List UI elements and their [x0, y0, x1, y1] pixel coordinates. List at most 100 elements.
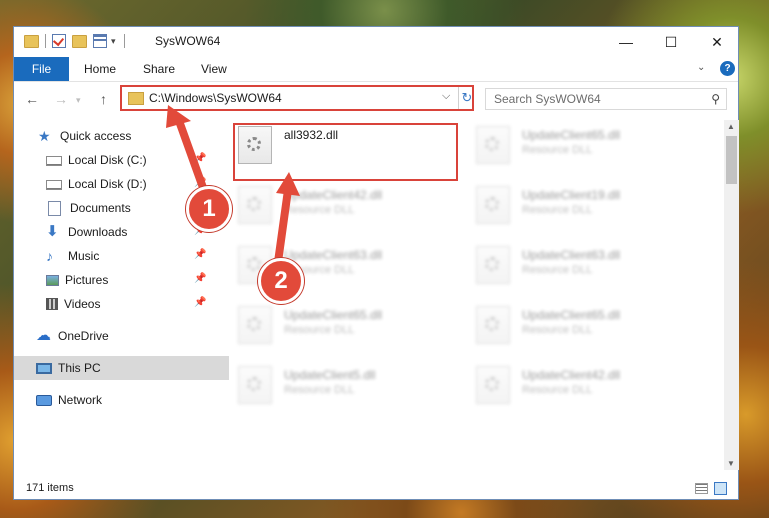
sidebar-item-label: Local Disk (D:) — [68, 177, 147, 191]
address-dropdown-chevron-icon[interactable]: ⌵ — [442, 90, 450, 103]
sidebar-item-onedrive[interactable]: ☁ OneDrive — [14, 324, 229, 348]
file-name: UpdateClient63.dll — [522, 248, 621, 262]
search-input[interactable]: Search SysWOW64 ⚲ — [485, 88, 727, 110]
sidebar-item-label: OneDrive — [58, 329, 109, 343]
up-arrow-icon[interactable]: ↑ — [100, 91, 107, 107]
file-name: UpdateClient65.dll — [522, 128, 621, 142]
toolbar-separator — [45, 34, 46, 48]
sidebar-item-label: Downloads — [68, 225, 128, 239]
tab-share[interactable]: Share — [143, 57, 175, 81]
file-item[interactable]: UpdateClient42.dll Resource DLL — [468, 360, 698, 416]
properties-checkmark-icon[interactable] — [52, 34, 66, 48]
expand-ribbon-chevron-icon[interactable]: ⌄ — [697, 62, 705, 73]
navigation-row: ← → ▾ ↑ C:\Windows\SysWOW64 ⌵ ↻ Search S… — [14, 82, 738, 118]
refresh-icon[interactable]: ↻ — [458, 87, 475, 109]
item-count: 171 items — [26, 482, 74, 494]
file-item[interactable]: UpdateClient65.dll Resource DLL — [468, 300, 698, 356]
network-icon — [36, 394, 52, 406]
sidebar-item-music[interactable]: ♪ Music 📌 — [14, 244, 239, 268]
details-view-icon[interactable] — [695, 483, 708, 494]
address-bar[interactable]: C:\Windows\SysWOW64 ⌵ ↻ — [120, 85, 474, 111]
minimize-button[interactable]: — — [603, 27, 649, 57]
search-placeholder: Search SysWOW64 — [494, 92, 601, 106]
scrollbar-thumb[interactable] — [726, 136, 737, 184]
toolbar-separator — [123, 34, 125, 48]
tab-view[interactable]: View — [201, 57, 227, 81]
properties-icon[interactable] — [93, 34, 107, 48]
navigation-pane: ★ Quick access Local Disk (C:) 📌 Local D… — [14, 122, 229, 468]
cloud-icon: ☁ — [36, 327, 51, 344]
download-icon: ⬇ — [46, 223, 59, 240]
sidebar-item-label: Network — [58, 393, 103, 407]
dll-file-icon — [476, 126, 510, 164]
pin-icon[interactable]: 📌 — [194, 273, 206, 284]
music-icon: ♪ — [46, 248, 53, 264]
file-item[interactable]: UpdateClient19.dll Resource DLL — [468, 180, 698, 236]
tab-home[interactable]: Home — [84, 57, 116, 81]
vertical-scrollbar[interactable]: ▲ ▼ — [724, 120, 739, 470]
window-title: SysWOW64 — [155, 34, 221, 48]
customize-toolbar-chevron-icon[interactable]: ▾ — [111, 36, 116, 47]
explorer-window: ▾ SysWOW64 — ☐ ✕ File Home Share View ⌄ … — [13, 26, 739, 500]
sidebar-item-videos[interactable]: Videos 📌 — [14, 292, 239, 316]
search-icon[interactable]: ⚲ — [711, 92, 720, 106]
pictures-icon — [46, 274, 59, 286]
file-type: Resource DLL — [522, 264, 593, 276]
file-name: UpdateClient65.dll — [284, 308, 383, 322]
file-type: Resource DLL — [284, 384, 355, 396]
sidebar-item-label: Documents — [70, 201, 131, 215]
sidebar-item-label: Quick access — [60, 129, 132, 143]
scroll-up-arrow-icon[interactable]: ▲ — [727, 122, 735, 131]
close-button[interactable]: ✕ — [694, 27, 740, 57]
file-item[interactable]: UpdateClient65.dll Resource DLL — [230, 300, 460, 356]
file-item[interactable]: UpdateClient65.dll Resource DLL — [468, 120, 698, 176]
pin-icon[interactable]: 📌 — [194, 153, 206, 164]
quick-access-toolbar: ▾ — [24, 34, 131, 48]
title-bar: ▾ SysWOW64 — ☐ ✕ — [14, 27, 738, 57]
star-icon: ★ — [38, 128, 51, 144]
sidebar-item-label: This PC — [58, 361, 101, 375]
file-name: UpdateClient65.dll — [522, 308, 621, 322]
file-name: UpdateClient42.dll — [522, 368, 621, 382]
file-type: Resource DLL — [522, 144, 593, 156]
disk-icon — [46, 180, 62, 190]
dll-file-icon — [476, 366, 510, 404]
new-folder-icon[interactable] — [72, 34, 87, 48]
help-icon[interactable]: ? — [720, 61, 735, 76]
sidebar-item-quick-access[interactable]: ★ Quick access — [14, 124, 231, 148]
sidebar-item-local-disk-c[interactable]: Local Disk (C:) 📌 — [14, 148, 239, 172]
file-type: Resource DLL — [522, 384, 593, 396]
video-icon — [46, 298, 58, 310]
address-path[interactable]: C:\Windows\SysWOW64 — [149, 91, 282, 105]
ribbon-tabs: File Home Share View ⌄ ? — [14, 57, 738, 82]
file-type: Resource DLL — [284, 204, 355, 216]
status-bar: 171 items — [14, 479, 738, 499]
sidebar-item-label: Videos — [64, 297, 101, 311]
tab-file[interactable]: File — [14, 57, 69, 81]
file-item[interactable]: UpdateClient63.dll Resource DLL — [468, 240, 698, 296]
forward-arrow-icon[interactable]: → — [54, 91, 68, 107]
sidebar-item-pictures[interactable]: Pictures 📌 — [14, 268, 239, 292]
dll-file-icon — [238, 306, 272, 344]
file-type: Resource DLL — [522, 204, 593, 216]
folder-icon — [24, 34, 39, 48]
sidebar-item-this-pc[interactable]: This PC — [14, 356, 229, 380]
back-arrow-icon[interactable]: ← — [25, 91, 39, 107]
file-item[interactable]: UpdateClient42.dll Resource DLL — [230, 180, 460, 236]
pin-icon[interactable]: 📌 — [194, 297, 206, 308]
sidebar-item-label: Local Disk (C:) — [68, 153, 147, 167]
recent-locations-chevron-icon[interactable]: ▾ — [76, 95, 81, 106]
dll-file-icon — [238, 186, 272, 224]
file-name: UpdateClient5.dll — [284, 368, 376, 382]
file-item[interactable]: UpdateClient5.dll Resource DLL — [230, 360, 460, 416]
maximize-button[interactable]: ☐ — [648, 27, 694, 57]
pin-icon[interactable]: 📌 — [194, 249, 206, 260]
scroll-down-arrow-icon[interactable]: ▼ — [727, 459, 735, 468]
sidebar-item-label: Pictures — [65, 273, 109, 287]
sidebar-item-network[interactable]: Network — [14, 388, 229, 412]
file-type: Resource DLL — [284, 324, 355, 336]
file-name: UpdateClient19.dll — [522, 188, 621, 202]
file-highlight-box — [233, 123, 458, 181]
large-icons-view-icon[interactable] — [714, 482, 727, 495]
step-1-badge: 1 — [186, 186, 232, 232]
